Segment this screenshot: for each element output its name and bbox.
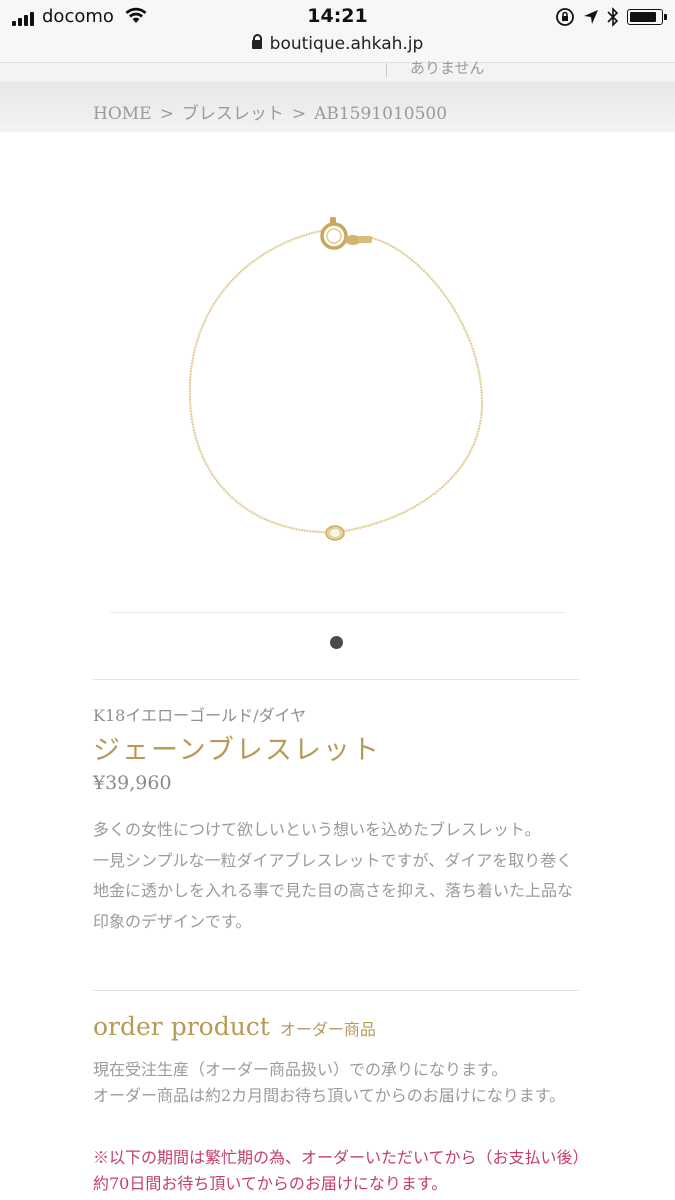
order-section-title: order product オーダー商品 — [93, 1012, 376, 1041]
location-arrow-icon — [584, 10, 598, 24]
order-title-jp: オーダー商品 — [279, 1020, 376, 1039]
product-price: ¥39,960 — [93, 772, 172, 794]
order-paragraph: オーダー商品は約2カ月間お待ち頂いてからのお届けになります。 — [93, 1086, 566, 1105]
rotation-lock-icon — [556, 8, 574, 26]
url-text[interactable]: boutique.ahkah.jp — [270, 34, 424, 54]
product-description: 多くの女性につけて欲しいという想いを込めたブレスレット。 一見シンプルな一粒ダイ… — [93, 815, 583, 937]
bluetooth-icon — [607, 7, 619, 27]
lock-icon — [251, 34, 262, 49]
section-divider — [93, 679, 579, 680]
breadcrumb-bar: HOME > ブレスレット > AB1591010500 — [0, 82, 675, 132]
breadcrumb-separator: > — [291, 104, 307, 124]
product-material: K18イエローゴールド/ダイヤ — [93, 706, 307, 725]
breadcrumb: HOME > ブレスレット > AB1591010500 — [93, 99, 447, 124]
battery-icon — [627, 9, 667, 25]
breadcrumb-current: AB1591010500 — [314, 104, 448, 124]
order-notice: ※以下の期間は繁忙期の為、オーダーいただいてから（お支払い後）約70日間お待ち頂… — [93, 1148, 581, 1193]
order-title-en: order product — [93, 1012, 270, 1041]
section-divider — [93, 990, 579, 991]
breadcrumb-home[interactable]: HOME — [93, 104, 152, 124]
order-paragraph: 現在受注生産（オーダー商品扱い）での承りになります。 — [93, 1060, 508, 1079]
image-divider — [110, 612, 566, 613]
header-partial-text: ありません — [410, 59, 485, 77]
breadcrumb-category[interactable]: ブレスレット — [182, 104, 284, 124]
address-bar[interactable]: boutique.ahkah.jp — [0, 34, 675, 62]
order-description: 現在受注生産（オーダー商品扱い）での承りになります。 オーダー商品は約2カ月間お… — [93, 1057, 583, 1109]
site-header-remnant: ありません — [0, 59, 675, 83]
description-paragraph: 一見シンプルな一粒ダイアブレスレットですが、ダイアを取り巻く地金に透かしを入れる… — [93, 850, 574, 931]
status-bar: docomo 14:21 — [0, 0, 675, 34]
breadcrumb-separator: > — [159, 104, 174, 124]
header-divider — [386, 63, 387, 77]
bracelet-image[interactable] — [150, 190, 530, 590]
carousel-dot-active[interactable] — [330, 636, 343, 649]
description-paragraph: 多くの女性につけて欲しいという想いを込めたブレスレット。 — [93, 820, 541, 839]
product-name: ジェーンブレスレット — [93, 735, 381, 766]
